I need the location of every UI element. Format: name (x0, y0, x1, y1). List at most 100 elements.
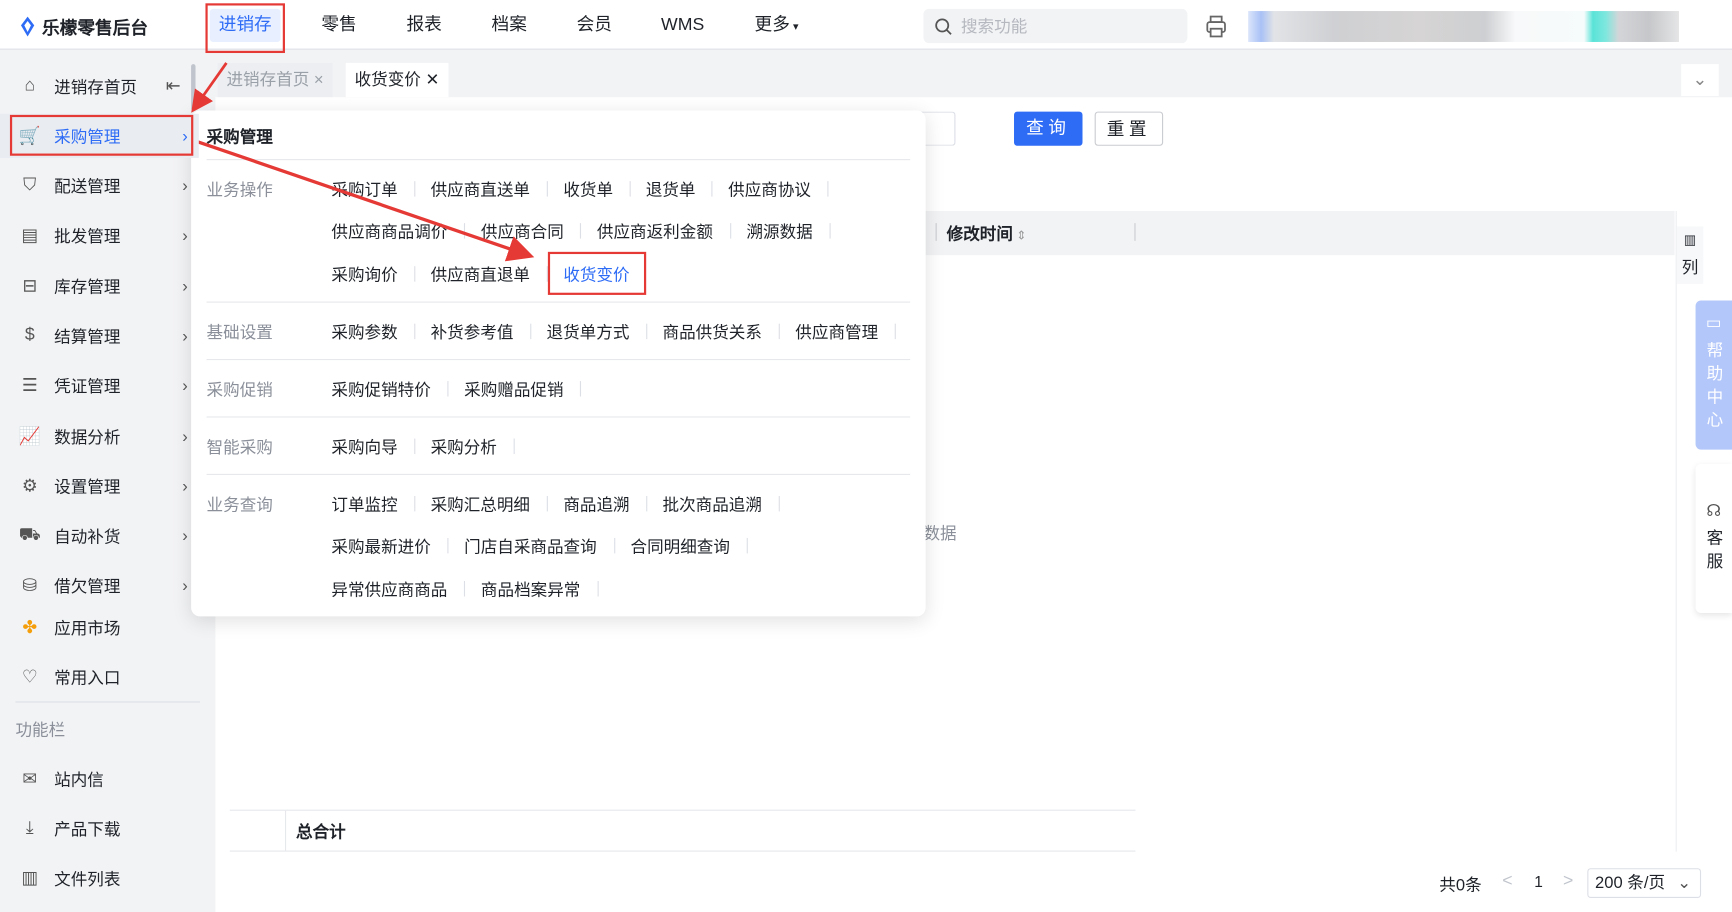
search-input[interactable]: 搜索功能 (923, 8, 1188, 44)
menu-item[interactable]: 退货单 (646, 178, 696, 201)
menu-item[interactable]: 商品追溯 (563, 493, 629, 516)
nav-0[interactable]: 进销存 (219, 0, 272, 50)
sidebar-item-label: 设置管理 (54, 477, 121, 497)
total-count: 共0条 (1439, 875, 1482, 895)
menu-item[interactable]: 补货参考值 (431, 320, 514, 343)
menu-item[interactable]: 订单监控 (331, 493, 397, 516)
total-label: 总合计 (296, 822, 346, 842)
menu-item[interactable]: 供应商返利金额 (597, 220, 713, 243)
menu-item[interactable]: 批次商品追溯 (663, 493, 762, 516)
nav-label: WMS (661, 15, 705, 35)
menu-item[interactable]: 采购询价 (331, 263, 397, 286)
sidebar-tool-1[interactable]: ⤓ 产品下载 (0, 806, 199, 850)
query-button[interactable]: 查询 (1014, 111, 1083, 146)
user-info-blurred (1248, 11, 1679, 42)
help-center-button[interactable]: ▭ 帮助中心 (1695, 300, 1732, 450)
sidebar-item-6[interactable]: ☰ 凭证管理 › (0, 363, 199, 407)
menu-item[interactable]: 商品供货关系 (663, 320, 762, 343)
nav-1[interactable]: 零售 (321, 0, 356, 50)
menu-item[interactable]: 供应商合同 (481, 220, 564, 243)
column-settings-button[interactable]: ▥ 列 (1676, 226, 1704, 284)
menu-item[interactable]: 采购分析 (431, 435, 497, 458)
tab-home[interactable]: 进销存首页 × (217, 62, 333, 98)
sidebar-item-4[interactable]: ⊟ 库存管理 › (0, 264, 199, 308)
sort-icon[interactable]: ⇕ (1013, 230, 1026, 243)
menu-item[interactable]: 供应商直退单 (431, 263, 530, 286)
menu-item[interactable]: 采购汇总明细 (431, 493, 530, 516)
next-page-icon[interactable]: > (1563, 872, 1573, 892)
sidebar-tool-2[interactable]: ▥ 文件列表 (0, 856, 199, 900)
menu-item[interactable]: 采购最新进价 (331, 535, 430, 558)
sidebar-item-8[interactable]: ⚙ 设置管理 › (0, 464, 199, 508)
nav-6[interactable]: 更多 ▾ (755, 0, 799, 50)
menu-item[interactable]: 供应商管理 (795, 320, 878, 343)
menu-group-label: 智能采购 (206, 438, 273, 458)
nav-label: 档案 (491, 15, 527, 35)
menu-item[interactable]: 供应商商品调价 (331, 220, 447, 243)
sidebar-item-9[interactable]: ⛟ 自动补货 › (0, 514, 199, 558)
chevron-down-icon[interactable]: ⌄ (1681, 64, 1719, 97)
sidebar-item-5[interactable]: $ 结算管理 › (0, 314, 199, 358)
nav-4[interactable]: 会员 (577, 0, 612, 50)
menu-item[interactable]: 异常供应商商品 (331, 578, 447, 601)
nav-label: 更多 (754, 15, 790, 35)
nav-2[interactable]: 报表 (406, 0, 441, 50)
nav-5[interactable]: WMS (661, 0, 704, 50)
menu-item[interactable]: 门店自采商品查询 (464, 535, 597, 558)
map-icon: ⛉ (23, 175, 37, 195)
logo[interactable]: 乐檬零售后台 (18, 13, 148, 40)
sidebar-item-label: 借欠管理 (54, 577, 121, 596)
nav-3[interactable]: 档案 (492, 0, 527, 50)
sidebar-tool-0[interactable]: ✉ 站内信 (0, 757, 199, 801)
reset-button[interactable]: 重置 (1094, 111, 1164, 146)
column-header-modified-time[interactable]: 修改时间 ⇕ (947, 222, 1027, 245)
page-number[interactable]: 1 (1534, 873, 1543, 891)
sidebar-item-12[interactable]: ♡ 常用入口 (0, 655, 199, 699)
separator (413, 438, 416, 454)
separator (746, 537, 748, 554)
download-icon: ⤓ (25, 818, 34, 838)
column-settings-label: 列 (1681, 258, 1699, 278)
separator (464, 581, 466, 597)
chevron-right-icon: › (182, 526, 188, 546)
sidebar-item-label: 自动补货 (54, 527, 121, 547)
menu-item[interactable]: 供应商直送单 (431, 178, 530, 201)
chevron-right-icon: › (182, 376, 188, 395)
sidebar-item-0[interactable]: ⌂ 进销存首页 (0, 64, 199, 108)
printer-icon[interactable] (1204, 14, 1228, 38)
home-icon: ⌂ (24, 76, 36, 95)
prev-page-icon[interactable]: < (1502, 872, 1512, 892)
customer-service-button[interactable]: ☊ 客服 (1695, 463, 1732, 614)
sidebar-tool-label: 产品下载 (54, 820, 121, 839)
menu-item[interactable]: 采购向导 (331, 435, 397, 458)
separator (613, 537, 616, 554)
sidebar-item-label: 库存管理 (54, 277, 121, 297)
sidebar-item-10[interactable]: ⛁ 借欠管理 › (0, 563, 199, 607)
sidebar-item-7[interactable]: 📈 数据分析 › (0, 414, 199, 458)
sidebar-item-11[interactable]: ✤ 应用市场 (0, 605, 199, 649)
menu-item[interactable]: 采购订单 (331, 178, 397, 201)
menu-item[interactable]: 采购参数 (331, 320, 397, 343)
sidebar-tool-label: 文件列表 (54, 869, 121, 889)
box-icon: ▤ (21, 226, 39, 246)
menu-title: 采购管理 (206, 128, 273, 147)
menu-item[interactable]: 溯源数据 (746, 220, 812, 243)
menu-item[interactable]: 采购促销特价 (331, 378, 430, 401)
close-icon[interactable]: ✕ (425, 71, 439, 90)
menu-item[interactable]: 商品档案异常 (481, 578, 580, 601)
menu-item[interactable]: 合同明细查询 (630, 535, 729, 558)
sidebar-item-2[interactable]: ⛉ 配送管理 › (0, 163, 199, 207)
menu-item[interactable]: 收货单 (563, 178, 613, 201)
sidebar-item-3[interactable]: ▤ 批发管理 › (0, 213, 199, 257)
separator (413, 266, 416, 282)
sidebar-item-label: 配送管理 (54, 177, 121, 197)
close-icon[interactable]: × (314, 71, 324, 90)
menu-item[interactable]: 退货单方式 (547, 320, 630, 343)
page-size-select[interactable]: 200 条/页 ⌄ (1587, 868, 1702, 899)
menu-group-label: 基础设置 (206, 323, 273, 343)
chevron-right-icon: › (182, 426, 188, 446)
menu-item[interactable]: 供应商协议 (728, 178, 811, 201)
separator (529, 323, 532, 340)
tab-receipt-price-change[interactable]: 收货变价 ✕ (345, 62, 449, 98)
menu-item[interactable]: 采购赠品促销 (464, 378, 563, 401)
